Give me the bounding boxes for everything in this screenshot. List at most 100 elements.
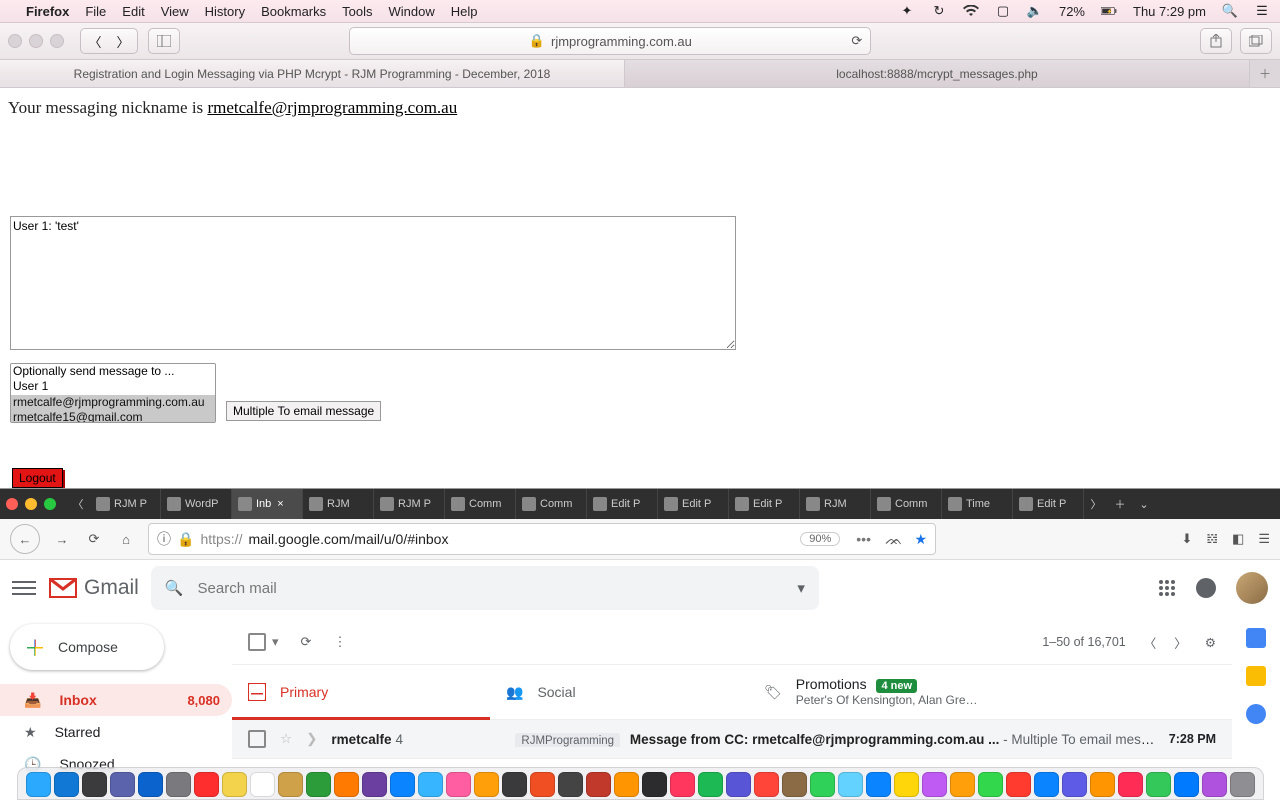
menu-view[interactable]: View: [161, 4, 189, 19]
dock-app-icon[interactable]: [82, 772, 107, 797]
dock-app-icon[interactable]: [390, 772, 415, 797]
dock-app-icon[interactable]: [782, 772, 807, 797]
dock-app-icon[interactable]: [1034, 772, 1059, 797]
zoom-indicator[interactable]: 90%: [800, 532, 840, 546]
firefox-tab[interactable]: Comm: [871, 489, 942, 519]
row-checkbox[interactable]: [248, 730, 266, 748]
tab-scroll-left-icon[interactable]: 〈: [66, 496, 90, 512]
firefox-tab[interactable]: Comm: [516, 489, 587, 519]
menu-bookmarks[interactable]: Bookmarks: [261, 4, 326, 19]
firefox-tab[interactable]: Inb×: [232, 489, 303, 519]
tab-close-icon[interactable]: ×: [277, 498, 283, 510]
spotlight-icon[interactable]: 🔍: [1222, 3, 1238, 19]
firefox-forward-button[interactable]: →: [52, 532, 72, 547]
recipient-select[interactable]: Optionally send message to ...User 1rmet…: [10, 363, 216, 423]
keep-addon-icon[interactable]: [1246, 666, 1266, 686]
back-icon[interactable]: 〈: [88, 32, 101, 51]
airplay-icon[interactable]: ▢: [995, 3, 1011, 19]
bookmark-star-icon[interactable]: ★: [914, 531, 927, 548]
dock-app-icon[interactable]: [110, 772, 135, 797]
firefox-tab[interactable]: RJM P: [90, 489, 161, 519]
firefox-tab[interactable]: Edit P: [658, 489, 729, 519]
dock-app-icon[interactable]: [922, 772, 947, 797]
dock-app-icon[interactable]: [278, 772, 303, 797]
more-icon[interactable]: ⋮: [333, 634, 346, 650]
firefox-address-bar[interactable]: ⓘ 🔒 https://mail.google.com/mail/u/0/#in…: [148, 523, 936, 555]
tasks-addon-icon[interactable]: [1246, 704, 1266, 724]
battery-icon[interactable]: ⚡: [1101, 3, 1117, 19]
dock-app-icon[interactable]: [838, 772, 863, 797]
sidebar-icon[interactable]: ◧: [1232, 531, 1244, 547]
dock-app-icon[interactable]: [894, 772, 919, 797]
settings-gear-icon[interactable]: ⚙: [1205, 635, 1216, 650]
menu-help[interactable]: Help: [451, 4, 478, 19]
timemachine-icon[interactable]: ↻: [931, 3, 947, 19]
logout-button[interactable]: Logout: [12, 468, 63, 488]
dock-app-icon[interactable]: [1062, 772, 1087, 797]
dock-app-icon[interactable]: [166, 772, 191, 797]
tabs-overview-button[interactable]: [1240, 28, 1272, 54]
pocket-icon[interactable]: ᨏ: [885, 531, 902, 548]
wifi-icon[interactable]: [963, 3, 979, 19]
calendar-addon-icon[interactable]: [1246, 628, 1266, 648]
dock-app-icon[interactable]: [698, 772, 723, 797]
safari-address-bar[interactable]: 🔒 rjmprogramming.com.au ⟳: [349, 27, 871, 55]
firefox-newtab-button[interactable]: ＋: [1108, 496, 1132, 512]
sidebar-toggle-button[interactable]: [148, 28, 180, 54]
message-textarea[interactable]: [10, 216, 736, 350]
dock-app-icon[interactable]: [194, 772, 219, 797]
firefox-tab[interactable]: RJM P: [374, 489, 445, 519]
dock-app-icon[interactable]: [222, 772, 247, 797]
menu-edit[interactable]: Edit: [122, 4, 144, 19]
dock-app-icon[interactable]: [642, 772, 667, 797]
firefox-reload-button[interactable]: ⟳: [84, 531, 104, 547]
safari-tab-active[interactable]: Registration and Login Messaging via PHP…: [0, 60, 625, 87]
new-tab-button[interactable]: ＋: [1250, 60, 1280, 87]
firefox-tab[interactable]: Edit P: [1013, 489, 1084, 519]
battery-percent[interactable]: 72%: [1059, 4, 1085, 19]
next-page-icon[interactable]: 〉: [1174, 633, 1187, 652]
dock-app-icon[interactable]: [978, 772, 1003, 797]
gmail-logo[interactable]: Gmail: [48, 576, 139, 600]
dock-app-icon[interactable]: [754, 772, 779, 797]
dock-app-icon[interactable]: [586, 772, 611, 797]
dock-app-icon[interactable]: [670, 772, 695, 797]
firefox-tab[interactable]: Time: [942, 489, 1013, 519]
select-all-dropdown-icon[interactable]: ▾: [272, 634, 279, 650]
firefox-tab[interactable]: RJM: [800, 489, 871, 519]
firefox-tab[interactable]: RJM: [303, 489, 374, 519]
tab-primary[interactable]: Primary: [232, 665, 490, 719]
menu-history[interactable]: History: [205, 4, 245, 19]
dock-app-icon[interactable]: [502, 772, 527, 797]
gmail-main-menu-icon[interactable]: [12, 576, 36, 600]
tab-social[interactable]: 👥 Social: [490, 665, 748, 719]
safari-tab-inactive[interactable]: localhost:8888/mcrypt_messages.php: [625, 60, 1250, 87]
menu-tools[interactable]: Tools: [342, 4, 372, 19]
dock-app-icon[interactable]: [1146, 772, 1171, 797]
library-icon[interactable]: 𝍌: [1206, 531, 1218, 547]
dock-app-icon[interactable]: [26, 772, 51, 797]
compose-button[interactable]: ＋ Compose: [10, 624, 164, 670]
dock-app-icon[interactable]: [474, 772, 499, 797]
safari-window-controls[interactable]: [8, 34, 64, 48]
dock-app-icon[interactable]: [446, 772, 471, 797]
dock-app-icon[interactable]: [614, 772, 639, 797]
firefox-menu-icon[interactable]: ☰: [1258, 531, 1270, 547]
page-actions-icon[interactable]: •••: [856, 531, 871, 547]
menu-window[interactable]: Window: [389, 4, 435, 19]
row-star-icon[interactable]: ☆: [280, 731, 292, 747]
dock-app-icon[interactable]: [950, 772, 975, 797]
account-avatar[interactable]: [1236, 572, 1268, 604]
mail-row[interactable]: ☆ ❯ rmetcalfe 4 RJMProgramming Message f…: [232, 720, 1232, 759]
share-button[interactable]: [1200, 28, 1232, 54]
safari-nav-buttons[interactable]: 〈 〉: [80, 28, 138, 54]
dock-app-icon[interactable]: [334, 772, 359, 797]
tab-scroll-right-icon[interactable]: 〉: [1084, 496, 1108, 512]
notification-center-icon[interactable]: ☰: [1254, 3, 1270, 19]
sidebar-item-inbox[interactable]: 📥 Inbox 8,080: [0, 684, 232, 716]
dock-app-icon[interactable]: [530, 772, 555, 797]
dock-app-icon[interactable]: [558, 772, 583, 797]
dock-app-icon[interactable]: [810, 772, 835, 797]
volume-icon[interactable]: 🔈: [1027, 3, 1043, 19]
multiple-to-button[interactable]: Multiple To email message: [226, 401, 381, 421]
